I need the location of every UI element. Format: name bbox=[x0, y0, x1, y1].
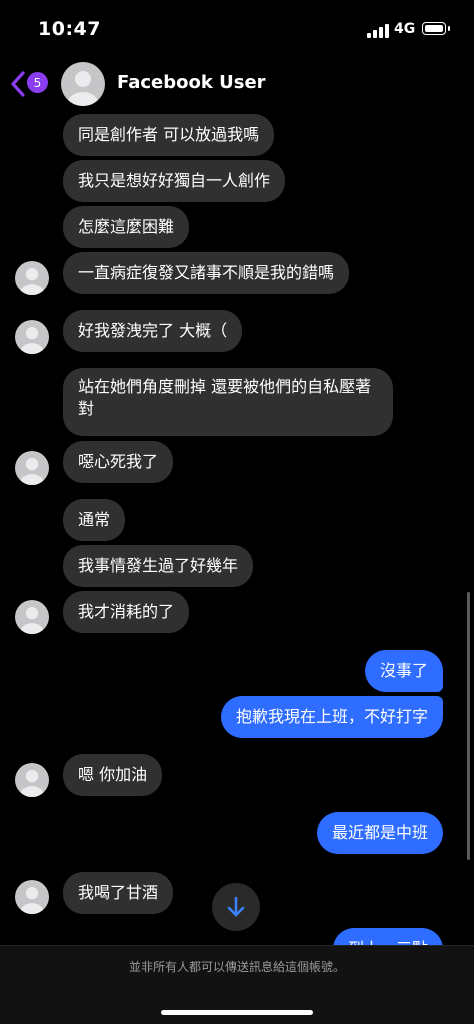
battery-icon bbox=[422, 22, 446, 35]
sender-avatar[interactable] bbox=[15, 320, 49, 354]
message-bubble-incoming[interactable]: 我喝了甘酒 bbox=[63, 872, 174, 914]
message-bubble-outgoing[interactable]: 沒事了 bbox=[364, 650, 443, 692]
status-bar: 10:47 4G bbox=[0, 0, 474, 56]
message-bubble-incoming[interactable]: 我才消耗的了 bbox=[63, 591, 190, 633]
message-bubble-outgoing[interactable]: 抱歉我現在上班，不好打字 bbox=[220, 696, 443, 738]
scroll-to-bottom-button[interactable] bbox=[212, 883, 260, 931]
message-bubble-incoming[interactable]: 我事情發生過了好幾年 bbox=[63, 545, 254, 587]
scrollbar[interactable] bbox=[467, 592, 470, 860]
home-indicator[interactable] bbox=[161, 1010, 313, 1015]
message-bubble-incoming[interactable]: 噁心死我了 bbox=[63, 441, 174, 483]
contact-avatar[interactable] bbox=[61, 62, 105, 106]
contact-name[interactable]: Facebook User bbox=[117, 72, 266, 93]
composer-disabled-footer: 並非所有人都可以傳送訊息給這個帳號。 bbox=[0, 945, 474, 1024]
messaging-restricted-notice: 並非所有人都可以傳送訊息給這個帳號。 bbox=[128, 960, 345, 974]
message-bubble-incoming[interactable]: 嗯 你加油 bbox=[63, 754, 163, 796]
arrow-down-icon bbox=[227, 896, 245, 917]
message-bubble-incoming[interactable]: 怎麼這麼困難 bbox=[63, 206, 190, 248]
signal-icon bbox=[367, 24, 389, 38]
network-type: 4G bbox=[394, 21, 416, 37]
sender-avatar[interactable] bbox=[15, 763, 49, 797]
message-bubble-incoming[interactable]: 通常 bbox=[63, 499, 126, 541]
sender-avatar[interactable] bbox=[15, 600, 49, 634]
status-time: 10:47 bbox=[38, 18, 101, 40]
battery-cap bbox=[448, 26, 450, 31]
sender-avatar[interactable] bbox=[15, 880, 49, 914]
message-bubble-incoming[interactable]: 站在她們角度刪掉 還要被他們的自私壓著 對 bbox=[63, 368, 393, 436]
message-bubble-outgoing[interactable]: 最近都是中班 bbox=[316, 812, 443, 854]
message-bubble-incoming[interactable]: 一直病症復發又諸事不順是我的錯嗎 bbox=[63, 252, 350, 294]
unread-count-badge[interactable]: 5 bbox=[27, 72, 48, 93]
chevron-left-icon[interactable] bbox=[8, 70, 28, 98]
sender-avatar[interactable] bbox=[15, 451, 49, 485]
message-bubble-incoming[interactable]: 好我發洩完了 大概（ bbox=[63, 310, 243, 352]
message-bubble-incoming[interactable]: 我只是想好好獨自一人創作 bbox=[63, 160, 286, 202]
message-bubble-incoming[interactable]: 同是創作者 可以放過我嗎 bbox=[63, 114, 275, 156]
sender-avatar[interactable] bbox=[15, 261, 49, 295]
